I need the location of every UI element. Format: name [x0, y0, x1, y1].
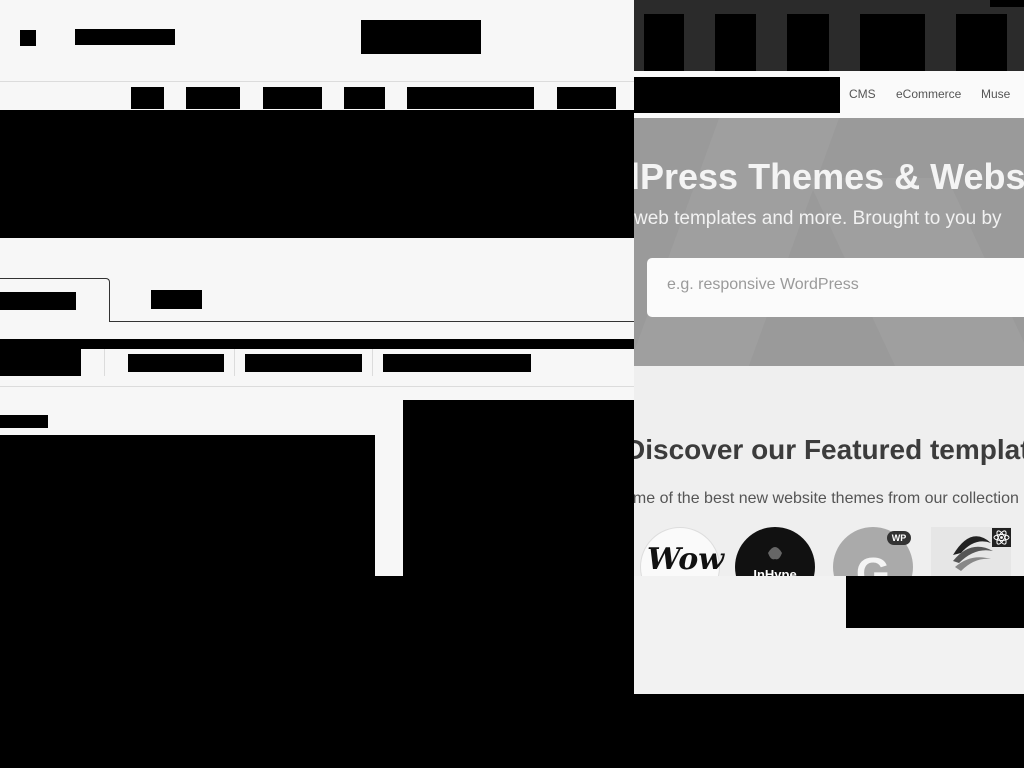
- thumbnail-g[interactable]: G WP: [833, 527, 913, 576]
- nav-item-muse[interactable]: Muse: [981, 87, 1010, 101]
- nav-item-ecommerce[interactable]: eCommerce: [896, 87, 961, 101]
- thumbnail-inhype[interactable]: InHype: [735, 527, 815, 576]
- subnav-item-redacted[interactable]: [383, 354, 531, 372]
- subnav-separator: [104, 349, 105, 376]
- hero-banner-redacted: [0, 110, 634, 238]
- featured-title: Discover our Featured templat: [634, 434, 1024, 465]
- tab-underline: [110, 321, 634, 322]
- top-tab-redacted[interactable]: [715, 14, 756, 71]
- thumbnail-react[interactable]: [931, 527, 1011, 576]
- nav-item-redacted[interactable]: [557, 87, 616, 109]
- tab-label-redacted[interactable]: [151, 290, 202, 309]
- site-name-redacted[interactable]: [75, 29, 175, 45]
- featured-subtitle: ome of the best new website themes from …: [634, 490, 1019, 507]
- top-tab-redacted[interactable]: [956, 14, 1007, 71]
- top-button-redacted[interactable]: [361, 20, 481, 54]
- logo-redacted[interactable]: [20, 30, 36, 46]
- thumbnail-label: Wow: [647, 542, 725, 576]
- hero-section: dPress Themes & Webs web templates and m…: [634, 118, 1024, 366]
- top-tab-redacted[interactable]: [787, 14, 829, 71]
- thumbnail-label: InHype: [753, 567, 797, 576]
- subnav-item-redacted[interactable]: [245, 354, 362, 372]
- subnav-active-redacted[interactable]: [0, 349, 81, 376]
- nav-item-redacted[interactable]: [407, 87, 534, 109]
- hero-subtitle: web templates and more. Brought to you b…: [634, 208, 1002, 229]
- section-label-redacted: [0, 415, 48, 428]
- subnav-separator: [234, 349, 235, 376]
- nav-item-redacted[interactable]: [263, 87, 322, 109]
- thumbnail-label: G: [855, 549, 891, 576]
- thumbnail-wow[interactable]: Wow: [640, 527, 724, 576]
- bottom-block-redacted[interactable]: [846, 576, 1024, 628]
- search-input[interactable]: [667, 276, 1017, 294]
- nav-item-redacted[interactable]: [344, 87, 385, 109]
- nav-item-redacted[interactable]: [186, 87, 240, 109]
- left-window: [0, 0, 634, 576]
- search-box[interactable]: [647, 258, 1024, 317]
- react-atom-icon: [992, 528, 1011, 547]
- divider-bar-redacted: [0, 339, 634, 349]
- top-corner-redacted: [990, 0, 1024, 7]
- right-window: CMS eCommerce Muse dPress Themes & Webs …: [634, 0, 1024, 694]
- sidebar-card-redacted[interactable]: [403, 400, 634, 576]
- top-tab-redacted[interactable]: [860, 14, 925, 71]
- top-tab-redacted[interactable]: [644, 14, 684, 71]
- content-card-redacted[interactable]: [0, 435, 375, 576]
- nav-item-cms[interactable]: CMS: [849, 87, 876, 101]
- tab-label-redacted[interactable]: [0, 292, 76, 310]
- subnav-item-redacted[interactable]: [128, 354, 224, 372]
- hero-title: dPress Themes & Webs: [634, 156, 1024, 197]
- wp-badge: WP: [887, 531, 911, 545]
- featured-thumbnails: Wow InHype G WP: [634, 527, 1024, 576]
- subnav-separator: [372, 349, 373, 376]
- nav-logo-redacted[interactable]: [634, 77, 840, 113]
- nav-item-redacted[interactable]: [131, 87, 164, 109]
